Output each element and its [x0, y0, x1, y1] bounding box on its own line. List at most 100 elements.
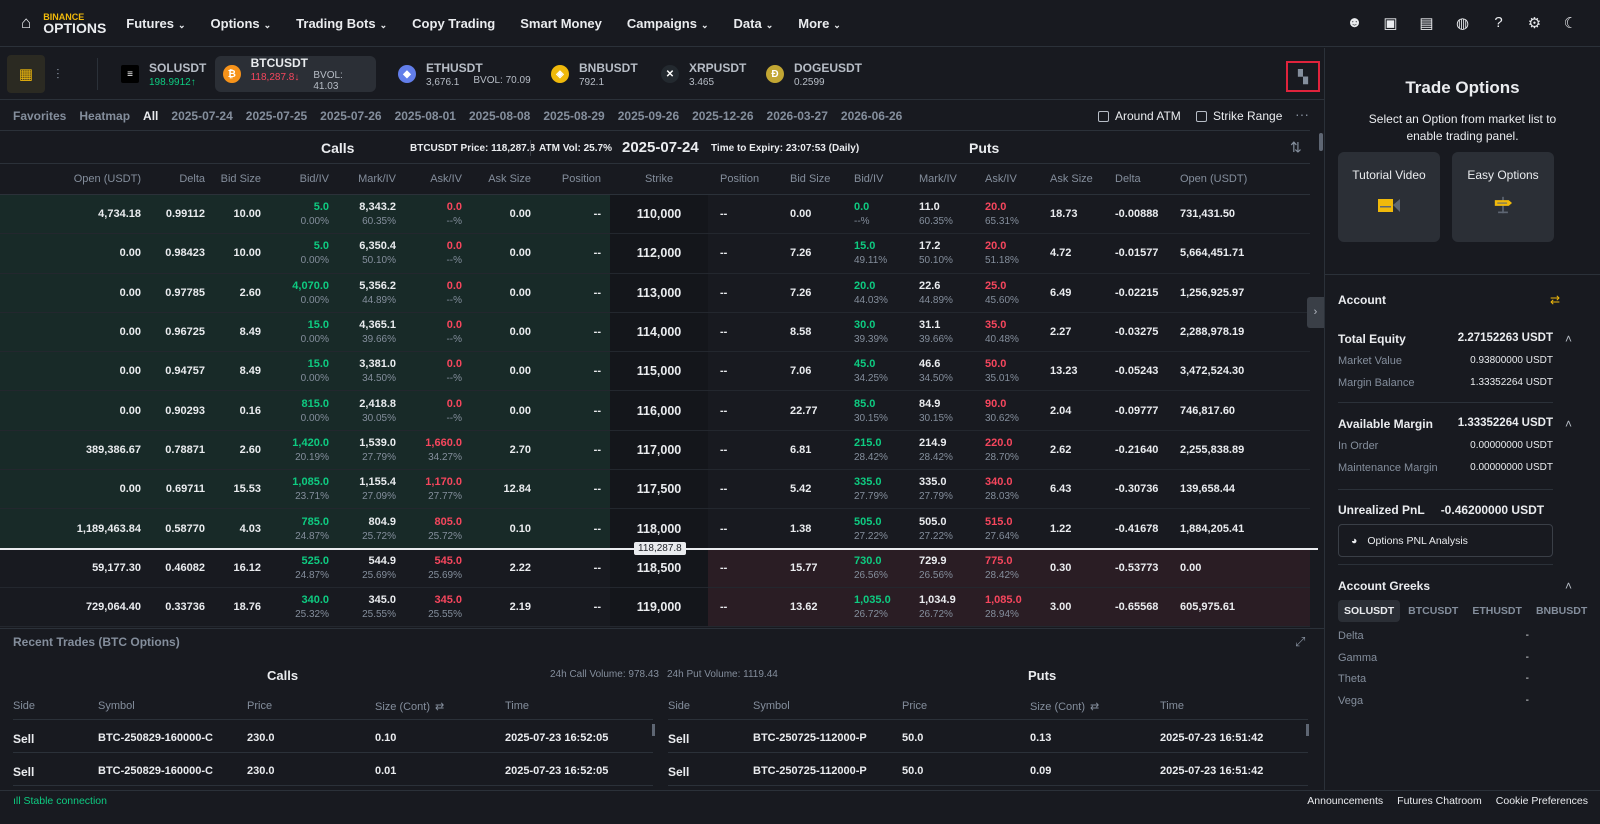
put-ask-cell[interactable]: 35.0 40.48% — [973, 313, 1038, 351]
put-ask-cell[interactable]: 1,085.0 28.94% — [973, 587, 1038, 627]
put-open-cell[interactable]: 1,256,925.97 — [1168, 274, 1310, 312]
put-ask-size-cell[interactable]: 6.43 — [1038, 470, 1103, 508]
put-delta-cell[interactable]: -0.21640 — [1103, 431, 1168, 469]
put-ask-cell[interactable]: 90.0 30.62% — [973, 391, 1038, 429]
trades-scrollbar[interactable] — [1306, 724, 1309, 736]
date-tab[interactable]: Heatmap — [79, 109, 130, 123]
greek-tab[interactable]: SOLUSDT — [1338, 600, 1401, 622]
symbol-tab-xrpusdt[interactable]: ✕ XRPUSDT 3.465 — [653, 56, 754, 92]
trades-scrollbar[interactable] — [652, 724, 655, 736]
call-delta-cell[interactable]: 0.98423 — [150, 234, 214, 273]
put-open-cell[interactable]: 731,431.50 — [1168, 195, 1310, 233]
option-row[interactable]: 0.00 0.96725 8.49 15.0 0.00% 4,365.1 39.66% 0.0… — [0, 312, 1310, 353]
symbol-tab-dogeusdt[interactable]: Ð DOGEUSDT 0.2599 — [758, 56, 870, 92]
put-ask-cell[interactable]: 25.0 45.60% — [973, 274, 1038, 312]
put-mark-cell[interactable]: 214.9 28.42% — [907, 431, 973, 469]
call-bid-size-cell[interactable]: 10.00 — [214, 195, 270, 234]
call-mark-cell[interactable]: 1,155.4 27.09% — [338, 470, 405, 509]
nav-item-data[interactable]: Data ⌄ — [734, 16, 774, 31]
call-ask-size-cell[interactable]: 0.10 — [471, 509, 540, 548]
put-open-cell[interactable]: 605,975.61 — [1168, 587, 1310, 627]
call-delta-cell[interactable]: 0.99112 — [150, 195, 214, 234]
expand-icon[interactable]: ⤢ — [1295, 634, 1305, 650]
put-delta-cell[interactable]: -0.30736 — [1103, 470, 1168, 508]
call-bid-cell[interactable]: 15.0 0.00% — [270, 352, 338, 391]
call-position-cell[interactable]: -- — [540, 352, 610, 391]
put-open-cell[interactable]: 0.00 — [1168, 548, 1310, 587]
call-position-cell[interactable]: -- — [540, 234, 610, 273]
date-tab[interactable]: Favorites — [13, 109, 66, 123]
call-open-cell[interactable]: 0.00 — [0, 234, 150, 273]
option-row[interactable]: 0.00 0.94757 8.49 15.0 0.00% 3,381.0 34.50% 0.0… — [0, 352, 1310, 392]
call-ask-cell[interactable]: 0.0 --% — [405, 352, 471, 391]
call-ask-cell[interactable]: 1,660.0 34.27% — [405, 430, 471, 470]
put-ask-size-cell[interactable]: 13.23 — [1038, 352, 1103, 390]
call-ask-size-cell[interactable]: 0.00 — [471, 391, 540, 430]
put-bid-cell[interactable]: 15.0 49.11% — [842, 234, 907, 272]
option-row[interactable]: 4,734.18 0.99112 10.00 5.0 0.00% 8,343.2 60.35… — [0, 195, 1310, 235]
put-position-cell[interactable]: -- — [708, 587, 778, 627]
put-open-cell[interactable]: 1,884,205.41 — [1168, 509, 1310, 547]
collapse-equity-icon[interactable]: ˄ — [1565, 332, 1572, 346]
call-bid-cell[interactable]: 15.0 0.00% — [270, 312, 338, 352]
call-ask-size-cell[interactable]: 2.19 — [471, 588, 540, 626]
call-mark-cell[interactable]: 5,356.2 44.89% — [338, 273, 405, 312]
put-delta-cell[interactable]: -0.03275 — [1103, 313, 1168, 351]
call-bid-size-cell[interactable]: 2.60 — [214, 273, 270, 312]
option-row[interactable]: 729,064.40 0.33736 18.76 340.0 25.32% 345.0 25… — [0, 587, 1310, 627]
put-bid-size-cell[interactable]: 7.06 — [778, 352, 842, 390]
put-ask-size-cell[interactable]: 0.30 — [1038, 548, 1103, 587]
call-delta-cell[interactable]: 0.97785 — [150, 273, 214, 312]
put-position-cell[interactable]: -- — [708, 470, 778, 508]
footer-link[interactable]: Announcements — [1307, 795, 1383, 807]
nav-item-trading-bots[interactable]: Trading Bots ⌄ — [296, 16, 387, 31]
call-open-cell[interactable]: 0.00 — [0, 312, 150, 352]
put-position-cell[interactable]: -- — [708, 352, 778, 390]
call-open-cell[interactable]: 4,734.18 — [0, 195, 150, 234]
put-bid-size-cell[interactable]: 1.38 — [778, 509, 842, 547]
date-tab[interactable]: 2025-07-26 — [320, 109, 381, 123]
put-delta-cell[interactable]: -0.00888 — [1103, 195, 1168, 233]
put-open-cell[interactable]: 3,472,524.30 — [1168, 352, 1310, 390]
call-open-cell[interactable]: 389,386.67 — [0, 430, 150, 470]
call-bid-cell[interactable]: 1,420.0 20.19% — [270, 430, 338, 470]
call-bid-cell[interactable]: 815.0 0.00% — [270, 391, 338, 430]
orders-icon[interactable]: ▤ — [1417, 13, 1436, 32]
nav-item-more[interactable]: More ⌄ — [798, 16, 841, 31]
put-delta-cell[interactable]: -0.05243 — [1103, 352, 1168, 390]
call-open-cell[interactable]: 59,177.30 — [0, 549, 150, 587]
call-bid-cell[interactable]: 340.0 25.32% — [270, 588, 338, 626]
put-mark-cell[interactable]: 505.0 27.22% — [907, 509, 973, 547]
call-position-cell[interactable]: -- — [540, 509, 610, 548]
option-row[interactable]: 389,386.67 0.78871 2.60 1,420.0 20.19% 1,539.… — [0, 430, 1310, 471]
put-ask-size-cell[interactable]: 6.49 — [1038, 274, 1103, 312]
call-ask-size-cell[interactable]: 0.00 — [471, 195, 540, 234]
put-bid-cell[interactable]: 215.0 28.42% — [842, 431, 907, 469]
call-position-cell[interactable]: -- — [540, 549, 610, 587]
put-ask-cell[interactable]: 50.0 35.01% — [973, 352, 1038, 390]
put-delta-cell[interactable]: -0.01577 — [1103, 234, 1168, 272]
call-bid-size-cell[interactable]: 18.76 — [214, 588, 270, 626]
user-icon[interactable]: ☻ — [1345, 13, 1364, 32]
easy-options-card[interactable]: Easy Options — [1452, 152, 1554, 242]
call-bid-size-cell[interactable]: 0.16 — [214, 391, 270, 430]
call-delta-cell[interactable]: 0.78871 — [150, 430, 214, 470]
table-scrollbar[interactable] — [1319, 133, 1323, 151]
call-bid-size-cell[interactable]: 10.00 — [214, 234, 270, 273]
footer-link[interactable]: Cookie Preferences — [1496, 795, 1588, 807]
put-mark-cell[interactable]: 22.6 44.89% — [907, 274, 973, 312]
call-position-cell[interactable]: -- — [540, 391, 610, 430]
put-open-cell[interactable]: 746,817.60 — [1168, 391, 1310, 429]
put-position-cell[interactable]: -- — [708, 431, 778, 469]
options-pnl-analysis-button[interactable]: ◕ Options PNL Analysis — [1338, 524, 1553, 557]
footer-link[interactable]: Futures Chatroom — [1397, 795, 1482, 807]
call-delta-cell[interactable]: 0.58770 — [150, 509, 214, 548]
call-mark-cell[interactable]: 4,365.1 39.66% — [338, 312, 405, 352]
call-mark-cell[interactable]: 3,381.0 34.50% — [338, 352, 405, 391]
put-ask-size-cell[interactable]: 2.04 — [1038, 391, 1103, 429]
greek-tab[interactable]: ETHUSDT — [1466, 600, 1528, 622]
call-delta-cell[interactable]: 0.96725 — [150, 312, 214, 352]
call-mark-cell[interactable]: 345.0 25.55% — [338, 588, 405, 626]
transfer-icon[interactable]: ⇄ — [1550, 293, 1560, 307]
put-ask-cell[interactable]: 340.0 28.03% — [973, 470, 1038, 508]
